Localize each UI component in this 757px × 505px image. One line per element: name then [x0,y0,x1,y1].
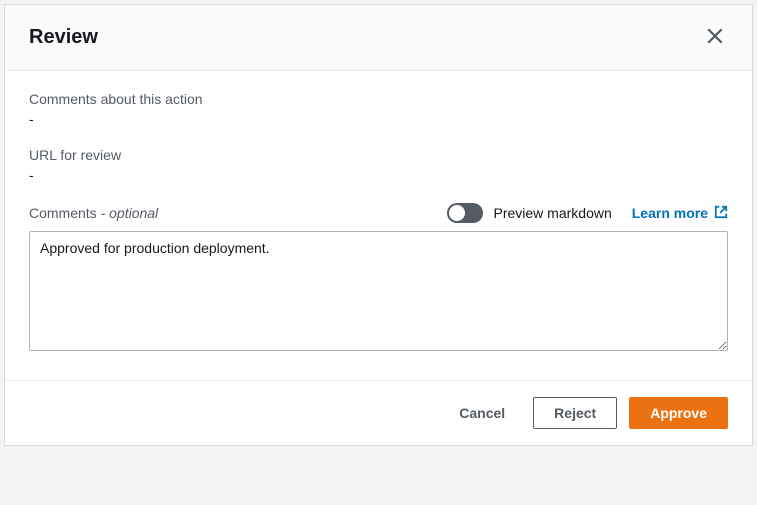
cancel-button[interactable]: Cancel [443,397,521,429]
learn-more-link[interactable]: Learn more [632,205,728,222]
comments-label-wrap: Comments - optional [29,205,158,221]
approve-button[interactable]: Approve [629,397,728,429]
modal-header: Review [5,5,752,71]
comments-header-row: Comments - optional Preview markdown Lea… [29,203,728,223]
comments-controls: Preview markdown Learn more [447,203,728,223]
close-button[interactable] [702,23,728,52]
comments-about-action-value: - [29,111,728,127]
learn-more-label: Learn more [632,205,708,221]
comments-textarea[interactable] [29,231,728,351]
url-for-review-value: - [29,167,728,183]
url-for-review-label: URL for review [29,147,728,163]
modal-title: Review [29,26,98,49]
reject-button[interactable]: Reject [533,397,617,429]
toggle-knob [449,205,465,221]
comments-about-action-label: Comments about this action [29,91,728,107]
comments-optional-hint: - optional [97,205,158,221]
review-modal: Review Comments about this action - URL … [4,4,753,446]
comments-label: Comments [29,205,97,221]
preview-markdown-wrap: Preview markdown [447,203,611,223]
preview-markdown-toggle[interactable] [447,203,483,223]
modal-body: Comments about this action - URL for rev… [5,71,752,380]
modal-footer: Cancel Reject Approve [5,380,752,445]
external-link-icon [714,205,728,222]
close-icon [706,27,724,48]
preview-markdown-label: Preview markdown [493,205,611,221]
